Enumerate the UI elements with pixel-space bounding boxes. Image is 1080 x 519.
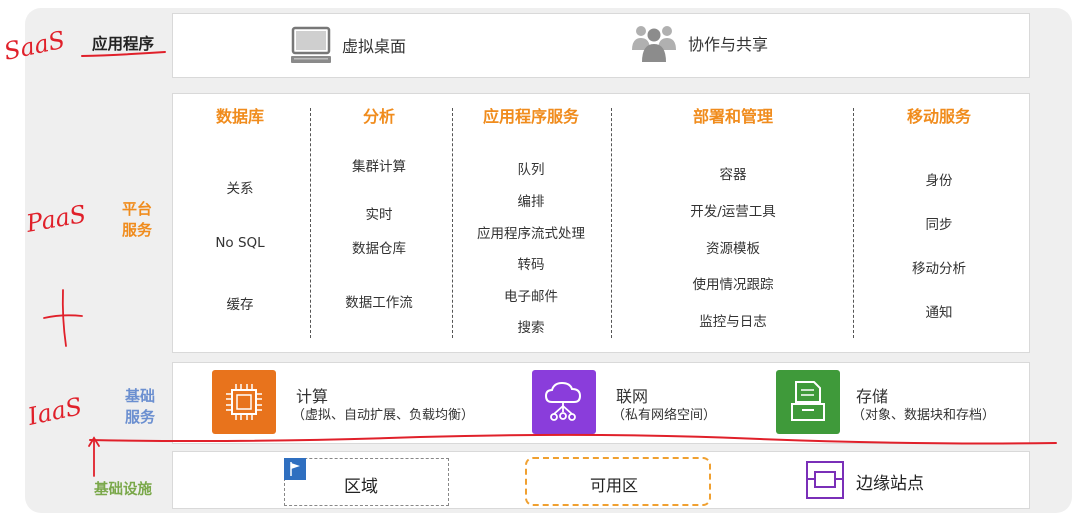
row-label-platform: 平台 服务 (112, 199, 162, 241)
region-label: 区域 (344, 477, 378, 497)
row-label-foundation-line1: 基础 (124, 387, 155, 405)
platform-column-database: 数据库 关系 No SQL 缓存 (180, 95, 300, 353)
list-item: 通知 (925, 305, 953, 321)
column-title: 数据库 (215, 107, 264, 126)
storage-archive-icon (791, 381, 825, 421)
column-divider (452, 108, 453, 338)
column-divider (310, 108, 311, 338)
list-item: 同步 (925, 217, 953, 233)
list-item: 监控与日志 (699, 314, 767, 330)
cloud-network-icon (544, 381, 582, 421)
virtual-desktop-label: 虚拟桌面 (342, 37, 407, 56)
list-item: No SQL (215, 235, 265, 251)
list-item: 数据仓库 (352, 241, 406, 257)
list-item: 集群计算 (352, 159, 406, 175)
collaboration: 协作与共享 (630, 20, 768, 66)
network-subtitle: （私有网络空间） (612, 408, 717, 423)
compute-subtitle: （虚拟、自动扩展、负载均衡） (292, 408, 475, 423)
column-title: 分析 (362, 107, 395, 126)
column-title: 部署和管理 (692, 107, 773, 126)
column-divider (853, 108, 854, 338)
row-label-foundation-line2: 服务 (124, 408, 155, 426)
list-item: 实时 (365, 207, 393, 223)
list-item: 缓存 (226, 297, 254, 313)
list-item: 应用程序流式处理 (477, 226, 585, 242)
list-item: 资源模板 (706, 241, 760, 257)
virtual-desktop: 虚拟桌面 (290, 24, 406, 66)
list-item: 转码 (517, 257, 545, 273)
edge-location-label: 边缘站点 (856, 474, 924, 494)
platform-column-analytics: 分析 集群计算 实时 数据仓库 数据工作流 (318, 95, 440, 353)
storage-subtitle: （对象、数据块和存档） (852, 408, 996, 423)
platform-column-mobile: 移动服务 身份 同步 移动分析 通知 (882, 95, 996, 353)
list-item: 搜索 (517, 320, 545, 336)
list-item: 移动分析 (912, 261, 966, 277)
list-item: 身份 (925, 173, 953, 189)
row-label-platform-line2: 服务 (121, 221, 152, 239)
row-label-platform-line1: 平台 (121, 200, 152, 218)
list-item: 关系 (226, 181, 254, 197)
desktop-icon (291, 26, 331, 63)
list-item: 队列 (517, 162, 545, 178)
architecture-diagram: 应用程序 虚拟桌面 协作与共享 平台 服务 数据库 关系 No SQL 缓存 分… (0, 0, 1080, 519)
compute-service-tile (212, 370, 276, 434)
column-title: 移动服务 (906, 107, 971, 126)
edge-location-icon (806, 461, 844, 499)
chip-icon (226, 384, 262, 420)
region-flag-icon (284, 458, 306, 480)
list-item: 数据工作流 (345, 295, 413, 311)
network-service-tile (532, 370, 596, 434)
collaboration-label: 协作与共享 (688, 35, 769, 54)
list-item: 电子邮件 (504, 289, 558, 305)
column-title: 应用程序服务 (482, 107, 579, 126)
row-label-application: 应用程序 (91, 35, 154, 53)
list-item: 编排 (517, 194, 545, 210)
list-item: 开发/运营工具 (690, 204, 776, 220)
storage-service-tile (776, 370, 840, 434)
people-group-icon (632, 26, 676, 62)
platform-column-deploy-manage: 部署和管理 容器 开发/运营工具 资源模板 使用情况跟踪 监控与日志 (660, 95, 806, 353)
platform-column-app-services: 应用程序服务 队列 编排 应用程序流式处理 转码 电子邮件 搜索 (460, 95, 602, 353)
column-divider (611, 108, 612, 338)
row-label-infrastructure: 基础设施 (94, 482, 152, 498)
list-item: 容器 (719, 167, 747, 183)
list-item: 使用情况跟踪 (692, 277, 774, 293)
availability-zone-label: 可用区 (590, 476, 639, 495)
row-label-foundation: 基础 服务 (112, 386, 168, 428)
